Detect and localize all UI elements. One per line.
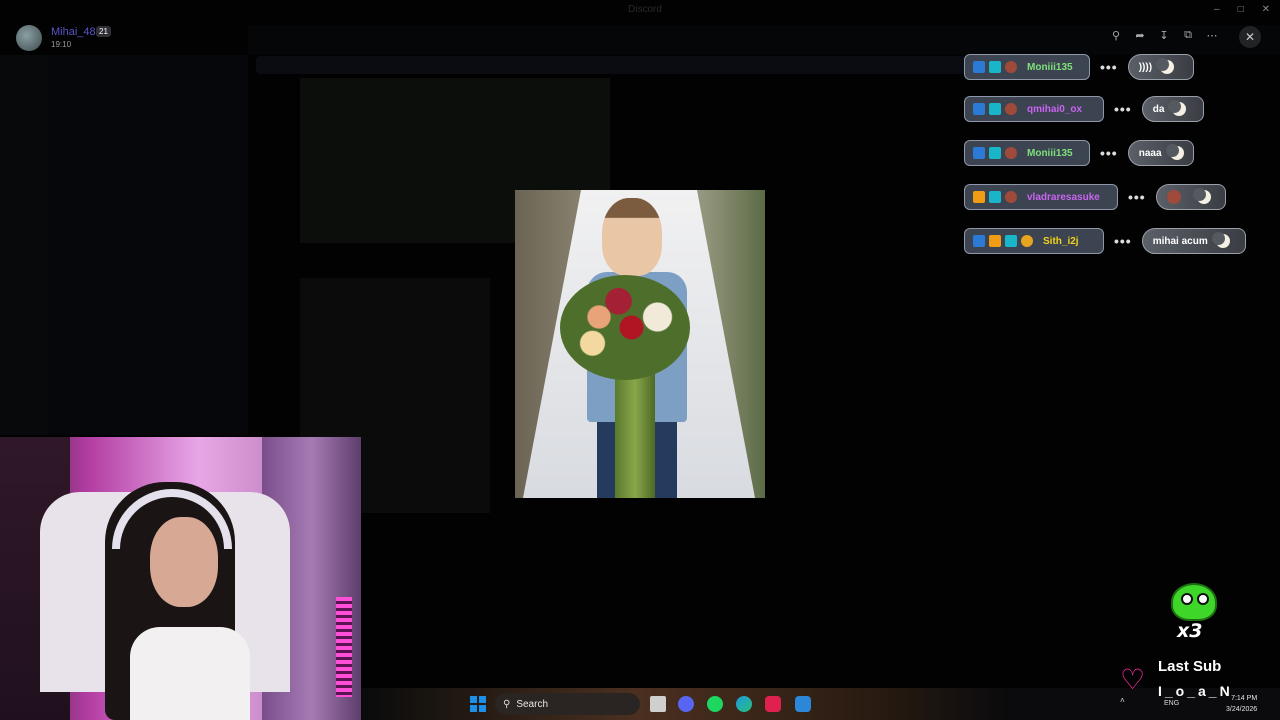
badge-icon [1005, 191, 1017, 203]
badge-icon [973, 147, 985, 159]
maximize-icon[interactable]: □ [1238, 4, 1244, 15]
viewed-photo [515, 190, 765, 498]
last-sub-name: I_o_a_N [1158, 683, 1233, 699]
app-icon[interactable] [795, 696, 811, 712]
chat-username-pill: Sith_i2j [964, 228, 1104, 254]
badge-icon [973, 235, 985, 247]
heart-icon: ♡ [1120, 664, 1146, 695]
badge-icon [973, 191, 985, 203]
window-title: Discord [628, 4, 662, 15]
chat-message-pill [1155, 184, 1226, 210]
badge-icon [989, 147, 1001, 159]
chat-message-text: naaa [1138, 147, 1162, 159]
author-name[interactable]: Mihai_48 [51, 26, 96, 38]
server-sidebar [0, 55, 48, 435]
badge-icon [1005, 61, 1017, 73]
emote-icon [1166, 190, 1181, 204]
clock-date: 3/24/2026 [1226, 706, 1258, 713]
chat-message: vladraresasuke ••• [964, 184, 1226, 210]
photo-bouquet-stems [615, 370, 655, 498]
spotify-icon[interactable] [707, 696, 723, 712]
chat-message-text: da [1152, 103, 1165, 115]
badge-icon [1005, 235, 1017, 247]
open-external-icon[interactable]: ⧉ [1180, 27, 1196, 43]
badge-icon [989, 61, 1001, 73]
webcam-feed [0, 437, 361, 720]
search-icon: ⚲ [503, 698, 511, 710]
chat-username-pill: Moniii135 [964, 54, 1090, 80]
badge-icon [1005, 147, 1017, 159]
chat-separator: ••• [1128, 189, 1146, 205]
moon-icon [1165, 144, 1184, 160]
chat-separator: ••• [1100, 59, 1118, 75]
chat-message: Moniii135 ••• )))) [964, 54, 1194, 80]
message-input-bar [256, 56, 966, 74]
photo-boy-head [602, 198, 662, 276]
chat-message-pill: )))) [1127, 54, 1194, 80]
chat-username: Sith_i2j [1043, 235, 1079, 247]
sub-count: x3 [1177, 620, 1203, 642]
last-sub-label: Last Sub [1158, 658, 1222, 675]
search-placeholder: Search [516, 698, 549, 710]
moon-icon [1192, 188, 1211, 204]
moon-icon [1168, 100, 1187, 116]
webcam-streamer-shirt [130, 627, 250, 720]
tiktok-icon[interactable] [765, 696, 781, 712]
zoom-icon[interactable]: ⚲ [1108, 27, 1124, 43]
chat-username: Moniii135 [1027, 61, 1073, 73]
taskbar-search[interactable]: ⚲ Search [495, 693, 640, 715]
tray-chevron-icon[interactable]: ˄ [1120, 696, 1125, 705]
download-icon[interactable]: ↧ [1156, 27, 1172, 43]
chat-username-pill: vladraresasuke [964, 184, 1118, 210]
forward-icon[interactable]: ➦ [1132, 27, 1148, 43]
chat-message: Moniii135 ••• naaa [964, 140, 1194, 166]
windows-start-icon[interactable] [470, 696, 486, 712]
chat-separator: ••• [1100, 145, 1118, 161]
badge-icon [1005, 103, 1017, 115]
webcam-neon-light [336, 597, 352, 697]
badge-icon [973, 61, 985, 73]
badge-icon [989, 235, 1001, 247]
chat-message-pill: mihai acum [1141, 228, 1246, 254]
chat-message: Sith_i2j ••• mihai acum [964, 228, 1246, 254]
chat-message-pill: naaa [1127, 140, 1194, 166]
image-viewer-toolbar: ⚲ ➦ ↧ ⧉ ⋯ [1108, 27, 1220, 43]
edge-icon[interactable] [736, 696, 752, 712]
minimize-icon[interactable]: – [1214, 4, 1220, 15]
chat-message: qmihai0_ox ••• da [964, 96, 1204, 122]
discord-icon[interactable] [678, 696, 694, 712]
language-indicator[interactable]: ENG [1164, 700, 1179, 707]
chat-separator: ••• [1114, 101, 1132, 117]
moon-icon [1211, 232, 1230, 248]
chat-username-pill: qmihai0_ox [964, 96, 1104, 122]
file-explorer-icon[interactable] [650, 696, 666, 712]
photo-bouquet [560, 275, 690, 380]
author-avatar[interactable] [16, 25, 42, 51]
chat-message-text: )))) [1138, 61, 1153, 73]
chat-username: vladraresasuke [1027, 191, 1100, 203]
chat-separator: ••• [1114, 233, 1132, 249]
moon-icon [1156, 58, 1175, 74]
badge-icon [989, 103, 1001, 115]
chat-username-pill: Moniii135 [964, 140, 1090, 166]
chat-username: qmihai0_ox [1027, 103, 1083, 115]
channel-list [48, 55, 248, 435]
more-icon[interactable]: ⋯ [1204, 27, 1220, 43]
window-controls: – □ ✕ [1214, 4, 1270, 15]
author-timestamp: 19:10 [51, 40, 72, 49]
badge-icon [973, 103, 985, 115]
badge-icon [989, 191, 1001, 203]
close-window-icon[interactable]: ✕ [1262, 4, 1270, 15]
chat-message-pill: da [1141, 96, 1204, 122]
frog-emote-icon [1171, 583, 1217, 621]
author-badge: 21 [96, 26, 111, 37]
frog-eye [1197, 593, 1209, 605]
frog-eye [1181, 593, 1193, 605]
badge-icon [1021, 235, 1033, 247]
chat-message-text: mihai acum [1152, 235, 1208, 247]
close-viewer-button[interactable]: ✕ [1239, 26, 1261, 48]
chat-username: Moniii135 [1027, 147, 1073, 159]
